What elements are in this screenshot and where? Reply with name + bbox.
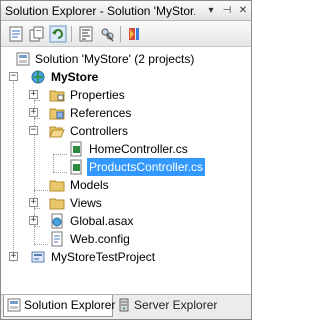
tree-guide-line bbox=[34, 118, 40, 119]
solution-explorer-window: Solution Explorer - Solution 'MyStor... … bbox=[0, 0, 252, 320]
view-code-icon[interactable] bbox=[77, 25, 95, 43]
tree-item-label: HomeController.cs bbox=[89, 142, 188, 156]
collapse-icon[interactable]: − bbox=[29, 126, 38, 135]
refresh-icon[interactable] bbox=[49, 25, 67, 43]
collapse-icon[interactable]: − bbox=[9, 72, 18, 81]
config-file-icon bbox=[49, 231, 65, 247]
test-project-icon bbox=[30, 249, 46, 265]
tree-item-label: Solution 'MyStore' (2 projects) bbox=[35, 52, 195, 66]
folder-icon bbox=[49, 177, 65, 193]
tab-label: Server Explorer bbox=[134, 298, 218, 312]
csharp-file-icon bbox=[68, 159, 84, 175]
tree-item-label: Global.asax bbox=[70, 214, 134, 228]
global-asax-icon bbox=[49, 213, 65, 229]
tree-guide-line bbox=[13, 82, 14, 262]
tree-item-label: Web.config bbox=[70, 232, 130, 246]
tree-item-label: References bbox=[70, 106, 132, 120]
toolbar-separator bbox=[71, 26, 72, 42]
window-position-dropdown-icon[interactable]: ▾ bbox=[203, 3, 219, 18]
view-designer-icon[interactable] bbox=[98, 25, 116, 43]
tree-guide-line bbox=[34, 226, 40, 227]
expand-icon[interactable]: + bbox=[29, 90, 38, 99]
tab-label: Solution Explorer bbox=[24, 298, 116, 312]
toolbar bbox=[1, 21, 251, 47]
references-icon bbox=[49, 105, 65, 121]
properties-icon[interactable] bbox=[7, 25, 25, 43]
expand-icon[interactable]: + bbox=[29, 108, 38, 117]
tree-guide-line bbox=[34, 190, 48, 191]
open-folder-icon bbox=[49, 123, 65, 139]
tree-guide-line bbox=[53, 154, 67, 155]
tool-window-tabs: Solution Explorer Server Explorer bbox=[1, 294, 251, 319]
title-bar[interactable]: Solution Explorer - Solution 'MyStor... … bbox=[1, 1, 251, 21]
solution-icon bbox=[15, 51, 31, 67]
expand-icon[interactable]: + bbox=[9, 252, 18, 261]
properties-folder-icon bbox=[49, 87, 65, 103]
expand-icon[interactable]: + bbox=[29, 198, 38, 207]
solution-explorer-tab-icon bbox=[7, 298, 21, 312]
server-explorer-tab-icon bbox=[117, 298, 131, 312]
tree-item-label: Properties bbox=[70, 88, 125, 102]
web-project-icon bbox=[30, 69, 46, 85]
tab-solution-explorer[interactable]: Solution Explorer bbox=[3, 295, 116, 317]
window-title: Solution Explorer - Solution 'MyStor... bbox=[5, 4, 195, 18]
tree-item-label: Models bbox=[70, 178, 109, 192]
csharp-file-icon bbox=[68, 141, 84, 157]
tree-item-label: Controllers bbox=[70, 124, 129, 138]
show-all-files-icon[interactable] bbox=[28, 25, 46, 43]
tree-item-label: ProductsController.cs bbox=[87, 158, 206, 176]
tree-guide-line bbox=[34, 244, 48, 245]
tab-server-explorer[interactable]: Server Explorer bbox=[114, 295, 217, 317]
tree-guide-line bbox=[53, 154, 54, 172]
tree-item-label: MyStoreTestProject bbox=[51, 250, 156, 264]
tree-guide-line bbox=[34, 208, 40, 209]
tree-item-label: MyStore bbox=[51, 70, 99, 84]
auto-hide-pin-icon[interactable]: ⊣ bbox=[219, 3, 235, 18]
close-icon[interactable]: ✕ bbox=[235, 3, 251, 18]
tree-guide-line bbox=[34, 100, 40, 101]
toolbar-separator bbox=[120, 26, 121, 42]
solution-tree: Solution 'MyStore' (2 projects) − MyStor… bbox=[1, 48, 251, 288]
folder-icon bbox=[49, 195, 65, 211]
class-diagram-icon[interactable] bbox=[126, 25, 144, 43]
tree-guide-line bbox=[53, 172, 67, 173]
tree-item-label: Views bbox=[70, 196, 102, 210]
expand-icon[interactable]: + bbox=[29, 216, 38, 225]
